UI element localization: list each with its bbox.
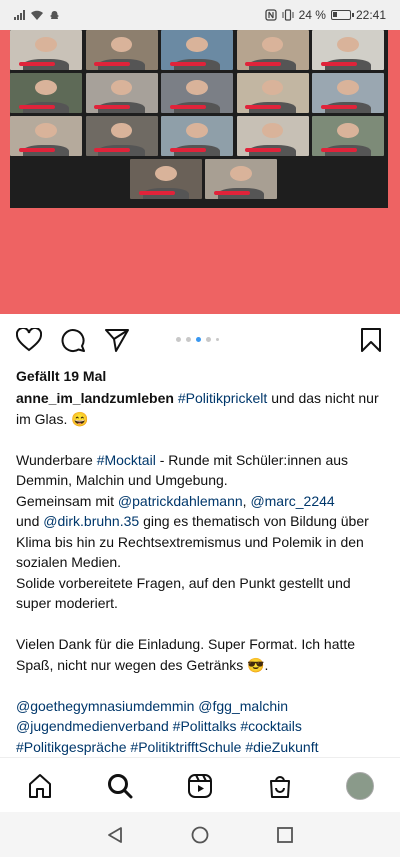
- hashtag-link[interactable]: #Politikprickelt: [178, 390, 267, 406]
- participant-tile: [236, 116, 309, 156]
- caption-text: Wunderbare: [16, 451, 97, 468]
- back-icon[interactable]: [104, 824, 126, 846]
- nfc-icon: [264, 9, 277, 21]
- participant-tile: [85, 30, 158, 70]
- status-icons-left: [14, 10, 60, 21]
- system-navigation-bar: [0, 812, 400, 857]
- comment-icon[interactable]: [59, 326, 87, 354]
- mention-link[interactable]: @patrickdahlemann: [118, 493, 243, 509]
- carousel-dot: [206, 337, 211, 342]
- participant-tile: [10, 30, 82, 70]
- caption-paragraph-1: anne_im_landzumleben #Politikprickelt un…: [16, 388, 386, 429]
- post-image[interactable]: [0, 30, 400, 314]
- post-caption: anne_im_landzumleben #Politikprickelt un…: [16, 388, 386, 757]
- mention-link[interactable]: @marc_2244: [250, 493, 334, 509]
- hashtag-link[interactable]: #cocktails: [240, 718, 301, 734]
- caption-paragraph-2: Wunderbare #Mocktail - Runde mit Schüler…: [16, 450, 386, 614]
- hashtag-link[interactable]: #Politikgespräche: [16, 739, 127, 755]
- caption-tags: @goethegymnasiumdemmin @fgg_malchin @jug…: [16, 696, 386, 758]
- wifi-icon: [31, 10, 43, 20]
- participant-tile: [130, 159, 202, 199]
- mention-link[interactable]: @fgg_malchin: [198, 698, 288, 714]
- participant-tile: [10, 116, 82, 156]
- carousel-dot: [176, 337, 181, 342]
- mention-link[interactable]: @dirk.bruhn.35: [43, 513, 139, 529]
- participant-tile: [85, 73, 158, 113]
- participant-tile: [161, 116, 233, 156]
- shop-icon[interactable]: [265, 771, 295, 801]
- profile-avatar[interactable]: [345, 771, 375, 801]
- participant-tile: [85, 116, 158, 156]
- mention-link[interactable]: @goethegymnasiumdemmin: [16, 698, 194, 714]
- snapchat-icon: [50, 10, 59, 19]
- caption-text: und: [16, 513, 44, 529]
- signal-icon: [14, 10, 25, 20]
- battery-percent: 24 %: [298, 8, 326, 22]
- status-bar: 24 % 22:41: [0, 0, 400, 30]
- caption-text: Gemeinsam mit: [16, 492, 118, 509]
- home-icon[interactable]: [25, 771, 55, 801]
- post-actions: [0, 318, 400, 364]
- clock: 22:41: [355, 8, 386, 22]
- participant-tile: [236, 30, 309, 70]
- battery-icon: [330, 10, 354, 20]
- participant-tile: [312, 116, 384, 156]
- caption-username[interactable]: anne_im_landzumleben: [16, 390, 174, 406]
- vibrate-icon: [282, 9, 294, 21]
- caption-paragraph-3: Vielen Dank für die Einladung. Super For…: [16, 636, 356, 673]
- hashtag-link[interactable]: #Mocktail: [97, 452, 156, 468]
- search-icon[interactable]: [105, 771, 135, 801]
- save-bookmark-icon[interactable]: [357, 326, 385, 354]
- hashtag-link[interactable]: #Polittalks: [173, 718, 237, 734]
- carousel-dot: [216, 338, 219, 341]
- caption-text: Solide vorbereitete Fragen, auf den Punk…: [16, 574, 351, 612]
- carousel-dot-active: [196, 337, 201, 342]
- status-icons-right: 24 % 22:41: [264, 8, 386, 22]
- participant-tile: [161, 30, 233, 70]
- participant-tile: [312, 30, 384, 70]
- hashtag-link[interactable]: #PolitiktrifftSchule: [130, 739, 241, 755]
- hashtag-link[interactable]: #dieZukunft: [245, 739, 318, 755]
- likes-count[interactable]: Gefällt 19 Mal: [16, 368, 106, 384]
- recents-icon[interactable]: [274, 824, 296, 846]
- mention-link[interactable]: @jugendmedienverband: [16, 718, 169, 734]
- participant-tile: [161, 73, 233, 113]
- reels-icon[interactable]: [185, 771, 215, 801]
- video-call-screenshot: [10, 30, 388, 208]
- participant-tile: [236, 73, 309, 113]
- avatar: [346, 772, 374, 800]
- participant-tile: [312, 73, 384, 113]
- like-heart-icon[interactable]: [15, 326, 43, 354]
- bottom-navigation: [0, 757, 400, 812]
- participant-tile: [10, 73, 82, 113]
- home-circle-icon[interactable]: [189, 824, 211, 846]
- carousel-indicator: [176, 337, 219, 342]
- carousel-dot: [186, 337, 191, 342]
- share-send-icon[interactable]: [103, 326, 131, 354]
- participant-tile: [205, 159, 277, 199]
